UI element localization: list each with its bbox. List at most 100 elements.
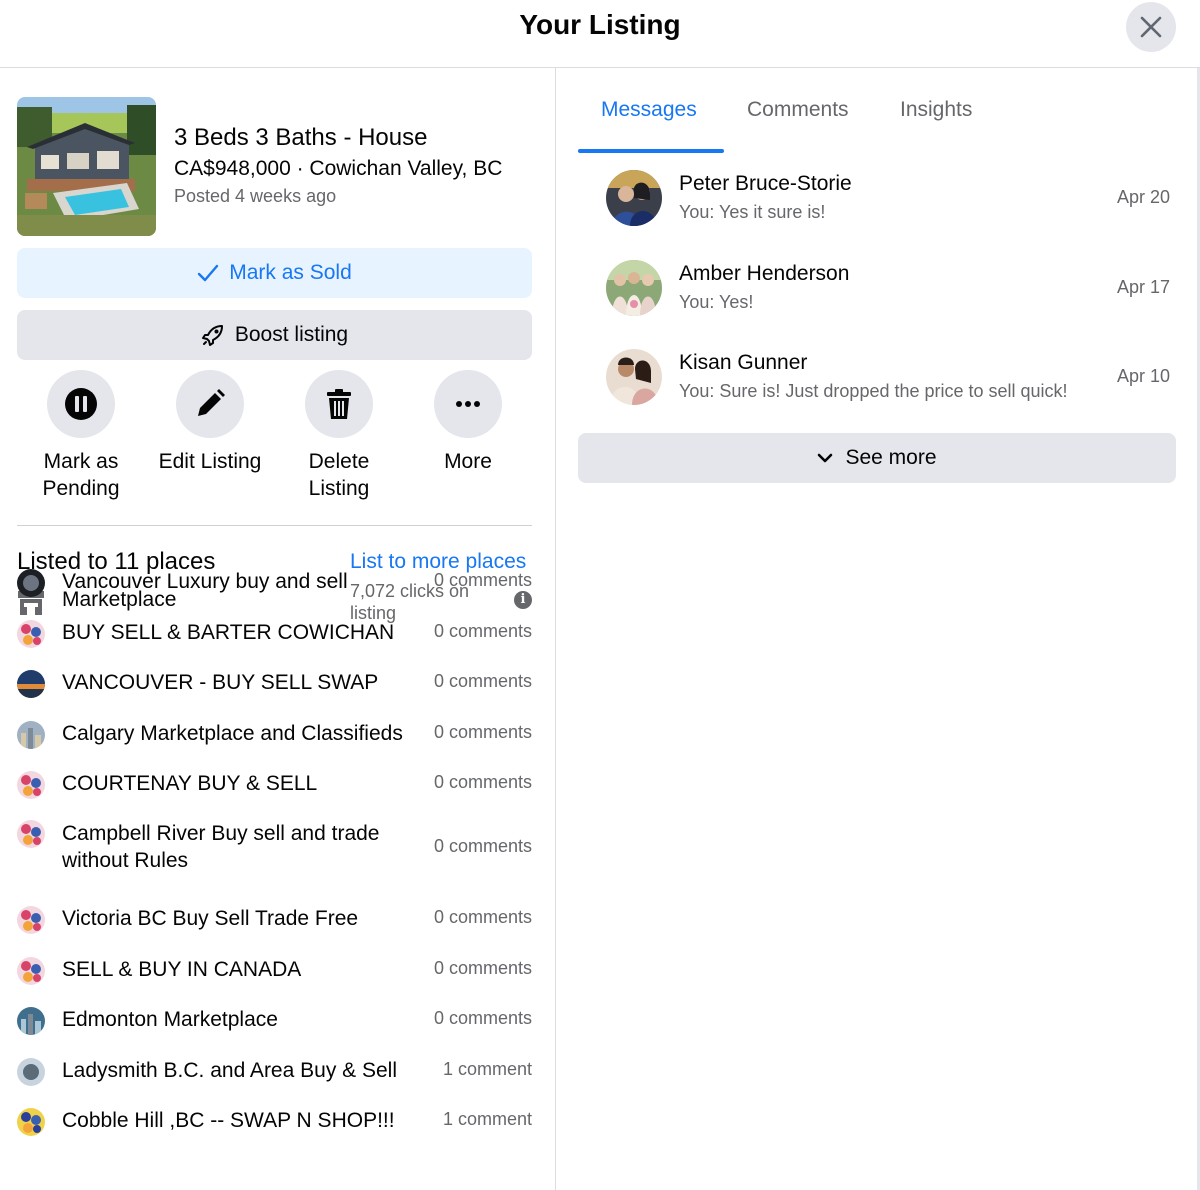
group-name: Vancouver Luxury buy and sell [62, 570, 348, 593]
trash-icon [327, 389, 351, 419]
group-place-row[interactable]: Ladysmith B.C. and Area Buy & Sell 1 comm… [17, 1051, 532, 1091]
listing-actions: Mark as Pending Edit Listing Delete List… [17, 370, 532, 510]
listing-panel: 3 Beds 3 Baths - House CA$948,000 · Cowi… [0, 68, 555, 1190]
message-sender: Kisan Gunner [679, 351, 808, 374]
checkmark-icon [198, 264, 219, 282]
group-avatar [17, 820, 45, 848]
more-button-circle [434, 370, 502, 438]
message-preview: You: Sure is! Just dropped the price to … [679, 381, 1068, 401]
group-place-row[interactable]: Calgary Marketplace and Classifieds 0 com… [17, 714, 532, 754]
mark-as-pending-label: Mark as Pending [42, 450, 120, 500]
comment-count: 0 comments [433, 671, 532, 691]
group-avatar [17, 957, 45, 985]
group-place-row[interactable]: BUY SELL & BARTER COWICHAN 0 comments [17, 613, 532, 653]
comment-count: 0 comments [433, 621, 532, 641]
group-place-row[interactable]: Edmonton Marketplace 0 comments [17, 1000, 532, 1040]
group-avatar [17, 569, 45, 597]
mark-as-pending-button[interactable]: Mark as Pending [17, 370, 145, 502]
group-place-row[interactable]: VANCOUVER - BUY SELL SWAP 0 comments [17, 663, 532, 703]
close-button[interactable] [1126, 2, 1176, 52]
delete-listing-button[interactable]: Delete Listing [275, 370, 403, 502]
edit-listing-label: Edit Listing [158, 450, 262, 473]
delete-listing-label: Delete Listing [308, 450, 370, 500]
tab-comments[interactable]: Comments [747, 98, 849, 122]
group-avatar [17, 620, 45, 648]
see-more-button[interactable]: See more [578, 433, 1176, 483]
edit-listing-button[interactable]: Edit Listing [146, 370, 274, 475]
group-avatar [17, 1007, 45, 1035]
group-place-row[interactable]: Vancouver Luxury buy and sell 0 comments [17, 562, 532, 602]
comment-count: 0 comments [433, 907, 532, 927]
message-preview: You: Yes! [679, 292, 754, 312]
tab-insights[interactable]: Insights [900, 98, 972, 122]
comment-count: 0 comments [433, 772, 532, 792]
comment-count: 0 comments [433, 570, 532, 590]
message-sender: Peter Bruce-Storie [679, 172, 852, 195]
see-more-label: See more [845, 446, 937, 469]
chevron-down-icon [818, 453, 833, 463]
group-name: Edmonton Marketplace [62, 1008, 278, 1031]
group-avatar [17, 1058, 45, 1086]
tab-messages[interactable]: Messages [601, 98, 697, 122]
comment-count: 0 comments [433, 722, 532, 742]
mark-as-sold-button[interactable]: Mark as Sold [17, 248, 532, 298]
group-place-row[interactable]: SELL & BUY IN CANADA 0 comments [17, 950, 532, 990]
group-place-row[interactable]: Campbell River Buy sell and trade withou… [17, 814, 532, 874]
group-name: BUY SELL & BARTER COWICHAN [62, 621, 395, 644]
listing-photo[interactable] [17, 97, 156, 236]
message-sender: Amber Henderson [679, 262, 850, 285]
group-place-row[interactable]: Victoria BC Buy Sell Trade Free 0 comment… [17, 899, 532, 939]
message-date: Apr 10 [1116, 366, 1170, 386]
message-date: Apr 17 [1116, 277, 1170, 297]
column-divider [555, 68, 556, 1190]
group-name: Ladysmith B.C. and Area Buy & Sell [62, 1059, 398, 1082]
more-options-label: More [444, 450, 492, 473]
message-thread[interactable]: Amber Henderson You: Yes! Apr 17 [578, 260, 1176, 340]
listing-price-location: CA$948,000 · Cowichan Valley, BC [174, 157, 503, 180]
message-thread[interactable]: Peter Bruce-Storie You: Yes it sure is! … [578, 170, 1176, 250]
active-tab-indicator [578, 149, 724, 153]
close-icon [1140, 16, 1162, 38]
listing-title: 3 Beds 3 Baths - House [174, 124, 428, 151]
group-avatar [17, 771, 45, 799]
group-avatar [17, 670, 45, 698]
delete-button-circle [305, 370, 373, 438]
group-name: Campbell River Buy sell and trade withou… [62, 822, 380, 872]
group-name: Calgary Marketplace and Classifieds [62, 722, 403, 745]
modal-header: Your Listing [0, 0, 1200, 68]
group-place-row[interactable]: Cobble Hill ,BC -- SWAP N SHOP!!! 1 comme… [17, 1101, 532, 1141]
message-preview: You: Yes it sure is! [679, 202, 826, 222]
pause-button-circle [47, 370, 115, 438]
message-thread[interactable]: Kisan Gunner You: Sure is! Just dropped … [578, 349, 1176, 429]
pencil-icon [198, 389, 225, 416]
boost-listing-button[interactable]: Boost listing [17, 310, 532, 360]
group-name: SELL & BUY IN CANADA [62, 958, 302, 981]
group-avatar [17, 721, 45, 749]
group-name: Victoria BC Buy Sell Trade Free [62, 907, 359, 930]
comment-count: 0 comments [433, 958, 532, 978]
message-date: Apr 20 [1116, 187, 1170, 207]
group-avatar [17, 906, 45, 934]
boost-listing-label: Boost listing [234, 323, 349, 346]
more-options-button[interactable]: More [404, 370, 532, 475]
rocket-icon [201, 325, 223, 346]
avatar [606, 260, 662, 316]
comment-count: 1 comment [442, 1059, 532, 1079]
pause-icon [65, 388, 97, 420]
comment-count: 0 comments [433, 836, 532, 856]
avatar [606, 170, 662, 226]
section-divider [17, 525, 532, 526]
avatar [606, 349, 662, 405]
edit-button-circle [176, 370, 244, 438]
group-name: VANCOUVER - BUY SELL SWAP [62, 671, 379, 694]
comment-count: 0 comments [433, 1008, 532, 1028]
group-place-row[interactable]: COURTENAY BUY & SELL 0 comments [17, 764, 532, 804]
listing-posted-time: Posted 4 weeks ago [174, 186, 337, 206]
page-title: Your Listing [519, 9, 681, 40]
group-name: Cobble Hill ,BC -- SWAP N SHOP!!! [62, 1109, 395, 1132]
group-name: COURTENAY BUY & SELL [62, 772, 318, 795]
group-avatar [17, 1108, 45, 1136]
comment-count: 1 comment [442, 1109, 532, 1129]
more-dots-icon [456, 401, 480, 407]
mark-as-sold-label: Mark as Sold [229, 261, 352, 284]
